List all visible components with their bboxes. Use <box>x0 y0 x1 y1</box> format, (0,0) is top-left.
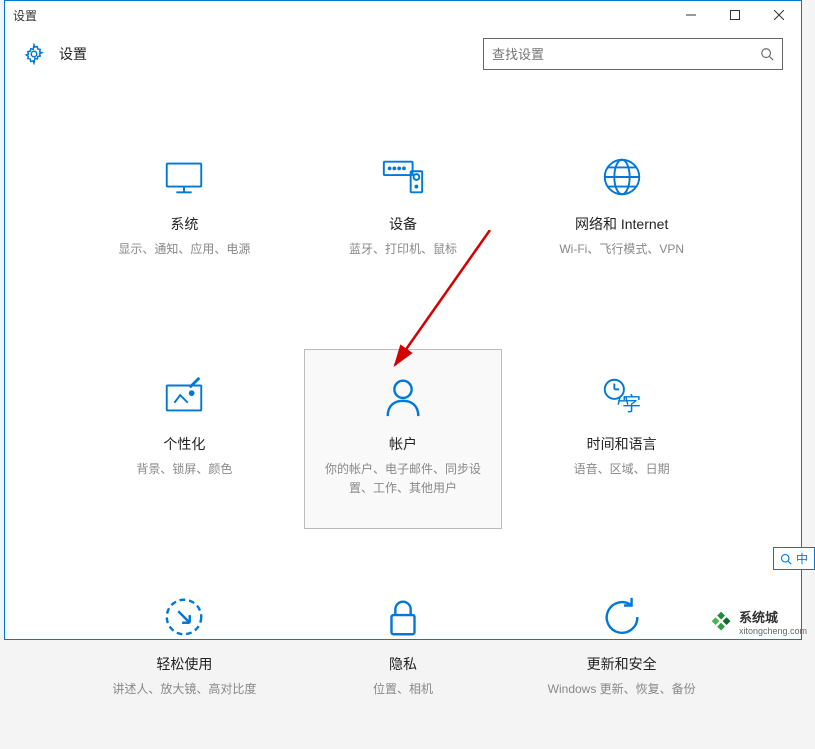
page-title: 设置 <box>59 44 483 64</box>
tile-title: 轻松使用 <box>156 654 212 674</box>
tile-privacy[interactable]: 隐私 位置、相机 <box>304 569 503 749</box>
person-icon <box>380 374 426 420</box>
tile-title: 网络和 Internet <box>575 214 668 234</box>
maximize-button[interactable] <box>713 1 757 29</box>
devices-icon <box>380 154 426 200</box>
tile-accounts[interactable]: 帐户 你的帐户、电子邮件、同步设置、工作、其他用户 <box>304 349 503 529</box>
tile-ease-of-access[interactable]: 轻松使用 讲述人、放大镜、高对比度 <box>85 569 284 749</box>
tile-time-language[interactable]: 字 时间和语言 语音、区域、日期 <box>522 349 721 529</box>
tile-update-security[interactable]: 更新和安全 Windows 更新、恢复、备份 <box>522 569 721 749</box>
personalization-icon <box>161 374 207 420</box>
tile-title: 设备 <box>389 214 417 234</box>
tile-devices[interactable]: 设备 蓝牙、打印机、鼠标 <box>304 129 503 309</box>
settings-window: 设置 设置 系统 <box>4 0 802 640</box>
tile-desc: 位置、相机 <box>373 680 433 699</box>
lock-icon <box>380 594 426 640</box>
tile-title: 系统 <box>170 214 198 234</box>
tile-title: 隐私 <box>389 654 417 674</box>
tile-desc: Wi-Fi、飞行模式、VPN <box>559 240 684 259</box>
globe-icon <box>599 154 645 200</box>
update-icon <box>599 594 645 640</box>
tile-title: 更新和安全 <box>587 654 657 674</box>
search-box[interactable] <box>483 38 783 70</box>
tile-title: 帐户 <box>389 434 417 454</box>
search-icon <box>760 47 774 61</box>
titlebar: 设置 <box>5 1 801 29</box>
svg-text:字: 字 <box>622 393 641 415</box>
time-language-icon: 字 <box>599 374 645 420</box>
search-icon <box>780 553 792 565</box>
ime-indicator[interactable]: 中 <box>773 547 815 570</box>
minimize-button[interactable] <box>669 1 713 29</box>
tile-title: 时间和语言 <box>587 434 657 454</box>
tile-desc: 语音、区域、日期 <box>574 460 670 479</box>
tile-system[interactable]: 系统 显示、通知、应用、电源 <box>85 129 284 309</box>
tile-desc: 显示、通知、应用、电源 <box>118 240 250 259</box>
system-icon <box>161 154 207 200</box>
tile-desc: 蓝牙、打印机、鼠标 <box>349 240 457 259</box>
close-button[interactable] <box>757 1 801 29</box>
header: 设置 <box>5 29 801 79</box>
settings-grid: 系统 显示、通知、应用、电源 设备 蓝牙、打印机、鼠标 网络和 Internet… <box>5 79 801 749</box>
search-input[interactable] <box>492 47 760 62</box>
ime-label: 中 <box>796 550 808 567</box>
tile-desc: Windows 更新、恢复、备份 <box>548 680 696 699</box>
window-title: 设置 <box>13 7 669 24</box>
tile-desc: 你的帐户、电子邮件、同步设置、工作、其他用户 <box>323 460 483 498</box>
gear-icon <box>23 43 59 65</box>
tile-desc: 讲述人、放大镜、高对比度 <box>112 680 256 699</box>
tile-title: 个性化 <box>163 434 205 454</box>
tile-personalization[interactable]: 个性化 背景、锁屏、颜色 <box>85 349 284 529</box>
ease-of-access-icon <box>161 594 207 640</box>
tile-network[interactable]: 网络和 Internet Wi-Fi、飞行模式、VPN <box>522 129 721 309</box>
tile-desc: 背景、锁屏、颜色 <box>136 460 232 479</box>
